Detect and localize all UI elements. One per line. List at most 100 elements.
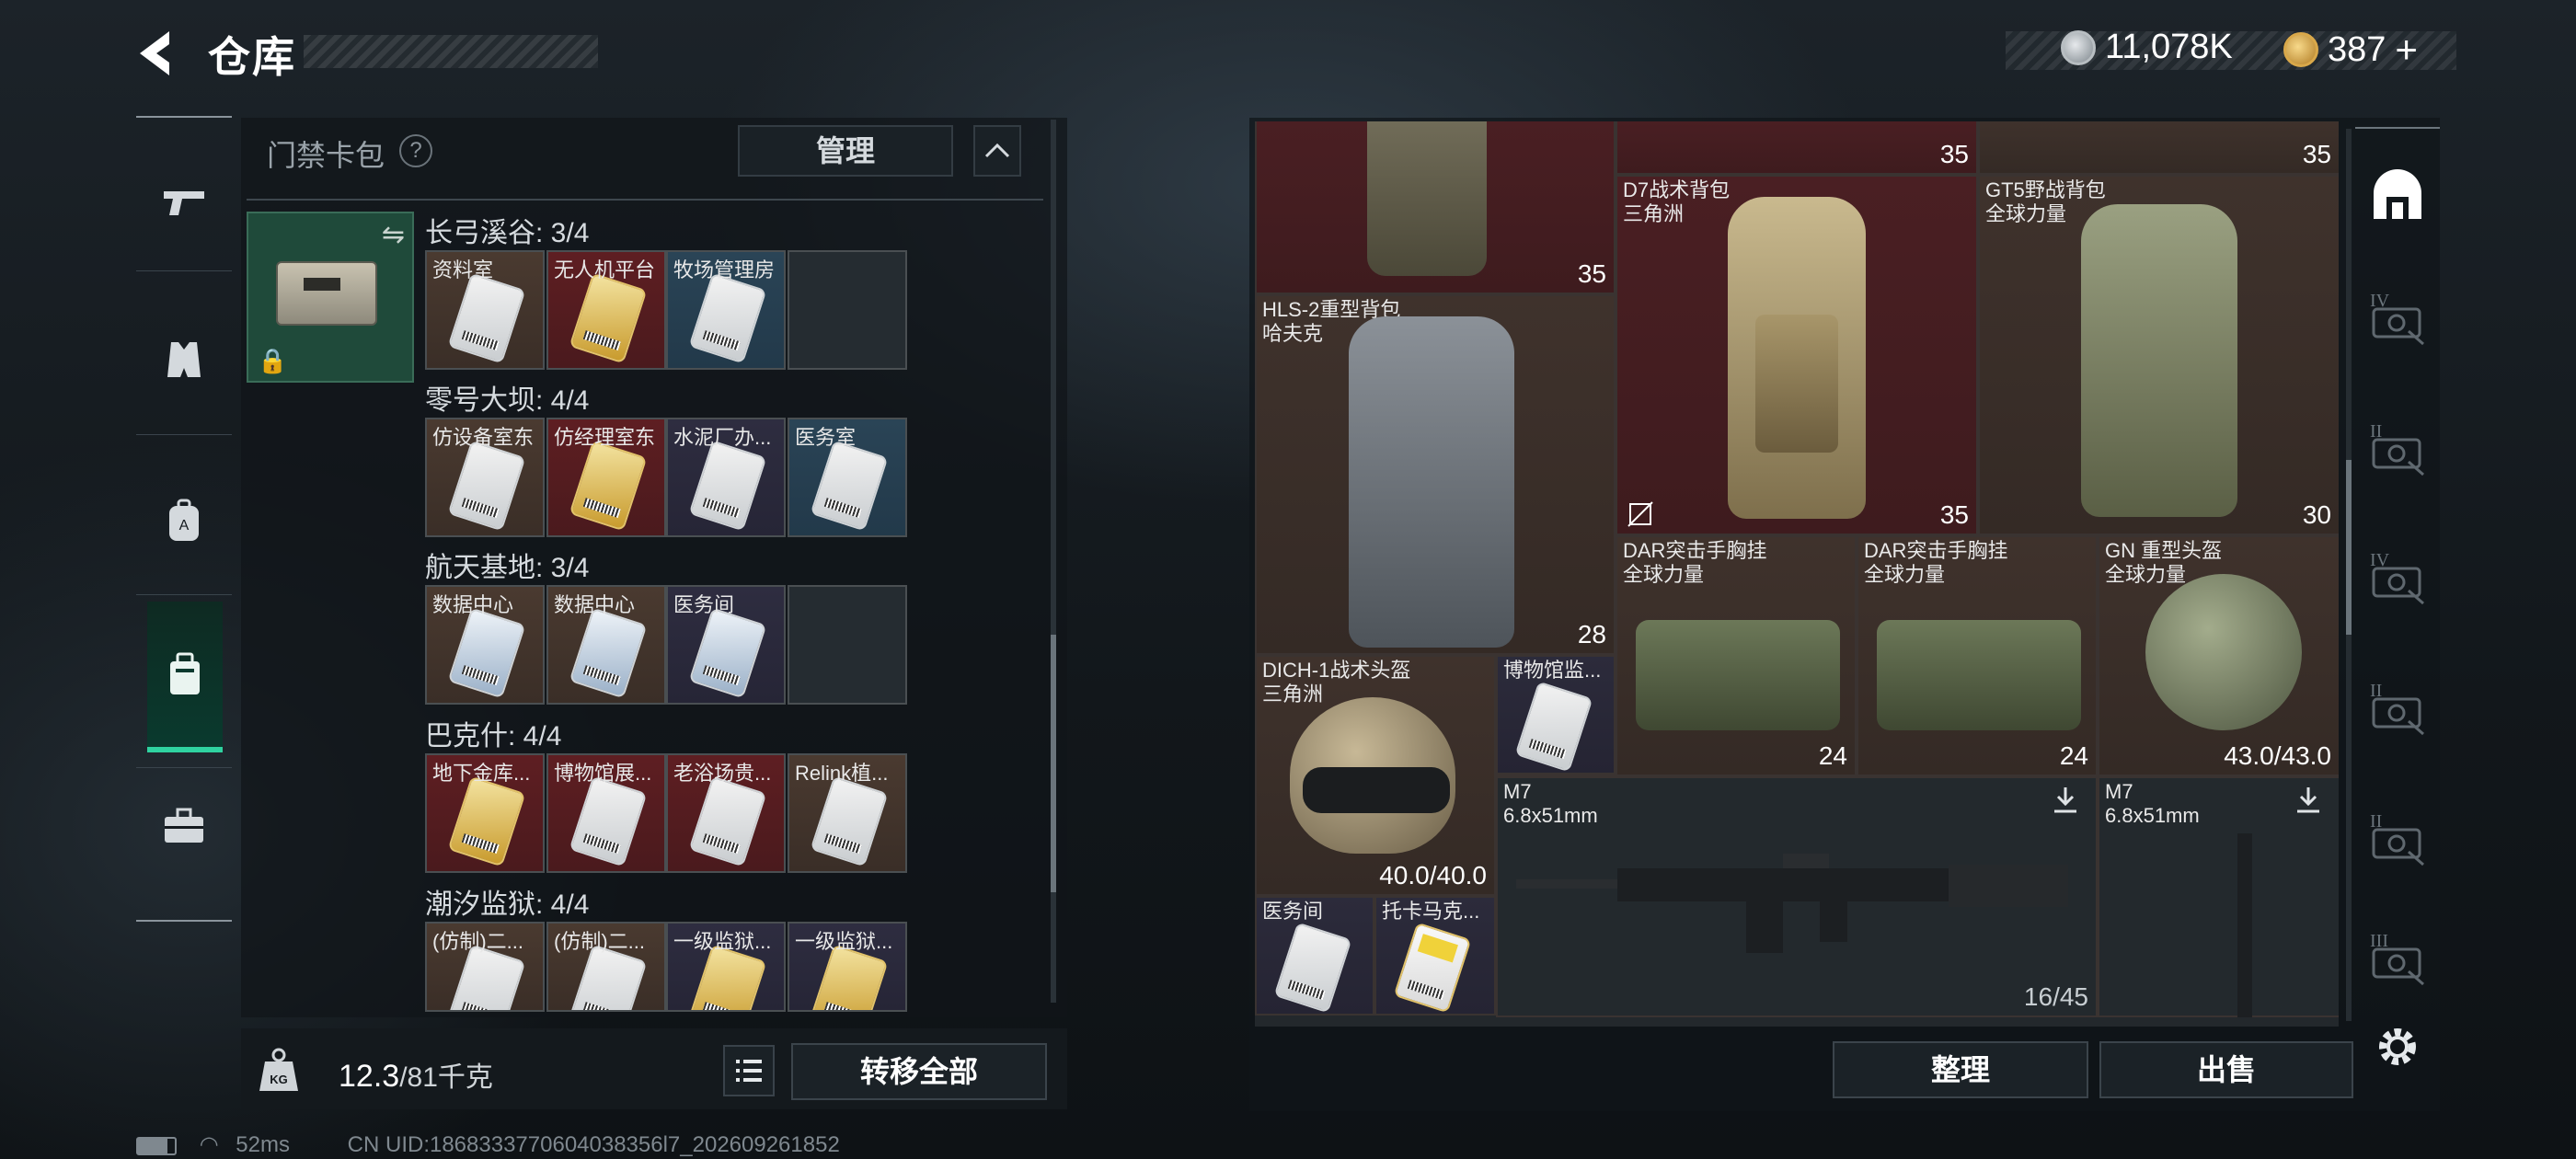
backpack-item-top-3[interactable]: 35 [1978,121,2339,175]
help-icon[interactable]: ? [399,134,432,167]
list-icon[interactable] [723,1045,775,1096]
keycard-slot[interactable]: 仿设备室东 [425,418,545,537]
stash-scroll-thumb[interactable] [2346,460,2352,635]
keycard-image [688,607,767,699]
keycard-slot[interactable]: 一级监狱... [788,922,907,1012]
capacity-max: /81千克 [399,1062,493,1093]
capacity-readout: 12.3/81千克 [339,1054,493,1095]
keycard-slot[interactable]: 博物馆展... [546,753,666,873]
container-tier-label: IV [2370,291,2390,311]
item-dar-chest-rig-2[interactable]: DAR突击手胸挂 全球力量 24 [1857,535,2098,776]
svg-text:A: A [179,518,190,534]
item-museum-keycard[interactable]: 博物馆监... [1496,655,1616,775]
keycard-image [569,607,648,699]
keycard-slot[interactable]: 无人机平台 [546,250,666,370]
keycard-slot[interactable]: 地下金库... [425,753,545,873]
item-ammo-count: 16/45 [2023,982,2088,1011]
item-dich1-helmet[interactable]: DICH-1战术头盔 三角洲 40.0/40.0 [1255,655,1496,896]
keycard-slot[interactable]: 仿经理室东 [546,418,666,537]
keycard-label: 牧场管理房 [673,258,776,281]
keycard-image [688,775,767,867]
keycard-slot[interactable]: 数据中心 [546,585,666,705]
toolbox-icon[interactable] [145,787,223,865]
no-insure-icon [1627,500,1654,528]
transfer-all-button[interactable]: 转移全部 [791,1043,1047,1100]
item-tokamak-keycard[interactable]: 托卡马克... [1374,896,1496,1016]
keycard-image [447,775,526,867]
keycard-pack-item[interactable]: ⇋ 🔒 [247,212,414,383]
item-d7-backpack[interactable]: D7战术背包 三角洲 35 [1616,175,1978,535]
keycard-slot[interactable]: 医务室 [788,418,907,537]
item-m7-rifle[interactable]: M7 6.8x51mm 16/45 [1496,776,2098,1017]
keycard-slot[interactable]: Relink植... [788,753,907,873]
keycard-label: 数据中心 [432,593,514,616]
item-gt5-backpack[interactable]: GT5野战背包 全球力量 30 [1978,175,2339,535]
keycard-slot[interactable]: 老浴场贵... [666,753,786,873]
keycard-slot[interactable]: 水泥厂办... [666,418,786,537]
item-durability: 40.0/40.0 [1379,861,1487,889]
keycard-label: Relink植... [795,762,889,785]
keycard-image [447,440,526,532]
item-value: 35 [1939,500,1969,529]
sort-button[interactable]: 整理 [1833,1041,2088,1098]
dome-icon[interactable] [2368,166,2427,224]
gold-currency: 387 + [2283,28,2418,72]
keycard-slot[interactable]: 数据中心 [425,585,545,705]
download-icon[interactable] [2050,784,2081,815]
keycard-slot[interactable]: 一级监狱... [666,922,786,1012]
container-slot-icon[interactable]: IV [2366,550,2431,605]
keycard-scroll-thumb[interactable] [1051,635,1056,892]
lock-icon: 🔒 [258,347,288,374]
keycard-pack-icon [170,652,200,694]
keycard-label: (仿制)二... [432,930,523,953]
chevron-up-icon[interactable] [973,125,1021,177]
keycard-image [569,775,648,867]
gear-icon[interactable] [2374,1023,2421,1071]
swap-icon[interactable]: ⇋ [382,219,405,251]
vest-icon[interactable] [145,322,223,399]
container-slot-icon[interactable]: III [2366,931,2431,986]
container-slot-icon[interactable]: II [2366,681,2431,736]
container-tier-label: II [2370,681,2383,701]
keycard-slot[interactable]: (仿制)二... [546,922,666,1012]
item-value: 30 [2302,500,2331,529]
container-slot-icon[interactable]: II [2366,421,2431,476]
empty-keycard-slot[interactable] [788,250,907,370]
battery-icon [136,1136,177,1155]
container-slot-icon[interactable]: IV [2366,291,2431,346]
silver-currency: 11,078K [2061,28,2233,67]
keycard-image [447,272,526,364]
keycard-label: 水泥厂办... [673,426,772,449]
download-icon[interactable] [2293,784,2324,815]
item-medical-keycard[interactable]: 医务间 [1255,896,1374,1016]
silver-coin-icon [2061,29,2096,65]
sell-button[interactable]: 出售 [2099,1041,2353,1098]
keycard-image [569,272,648,364]
item-hls2-backpack[interactable]: HLS-2重型背包 哈夫克 28 [1255,294,1616,655]
backpack-icon[interactable]: A [145,482,223,559]
keycard-slot[interactable]: 牧场管理房 [666,250,786,370]
gun-icon[interactable] [145,164,223,241]
item-gn-heavy-helmet[interactable]: GN 重型头盔 全球力量 43.0/43.0 [2098,535,2339,776]
backpack-item-top[interactable]: 35 [1255,121,1616,294]
capacity-current: 12.3 [339,1059,400,1094]
keycard-slot[interactable]: (仿制)二... [425,922,545,1012]
manage-button[interactable]: 管理 [738,125,953,177]
keycard-slot[interactable]: 资料室 [425,250,545,370]
empty-keycard-slot[interactable] [788,585,907,705]
keycard-label: (仿制)二... [554,930,645,953]
uid-text: CN UID:1868333770604038356l7_20260926185… [347,1132,840,1157]
back-arrow-icon[interactable] [129,26,184,81]
add-currency-button[interactable]: + [2395,28,2418,72]
silver-amount: 11,078K [2105,28,2233,66]
keycard-pack-tab[interactable] [147,602,223,752]
keycard-label: 一级监狱... [795,930,893,953]
container-slot-icon[interactable]: II [2366,811,2431,866]
item-m7-rifle-2[interactable]: M7 6.8x51mm [2098,776,2339,1017]
status-bar: ◠ 52ms CN UID:1868333770604038356l7_2026… [136,1131,840,1158]
item-dar-chest-rig-1[interactable]: DAR突击手胸挂 全球力量 24 [1616,535,1857,776]
keycard-slot[interactable]: 医务间 [666,585,786,705]
wifi-icon: ◠ [199,1132,219,1157]
backpack-item-top-2[interactable]: 35 [1616,121,1978,175]
ping-text: 52ms [236,1132,290,1157]
